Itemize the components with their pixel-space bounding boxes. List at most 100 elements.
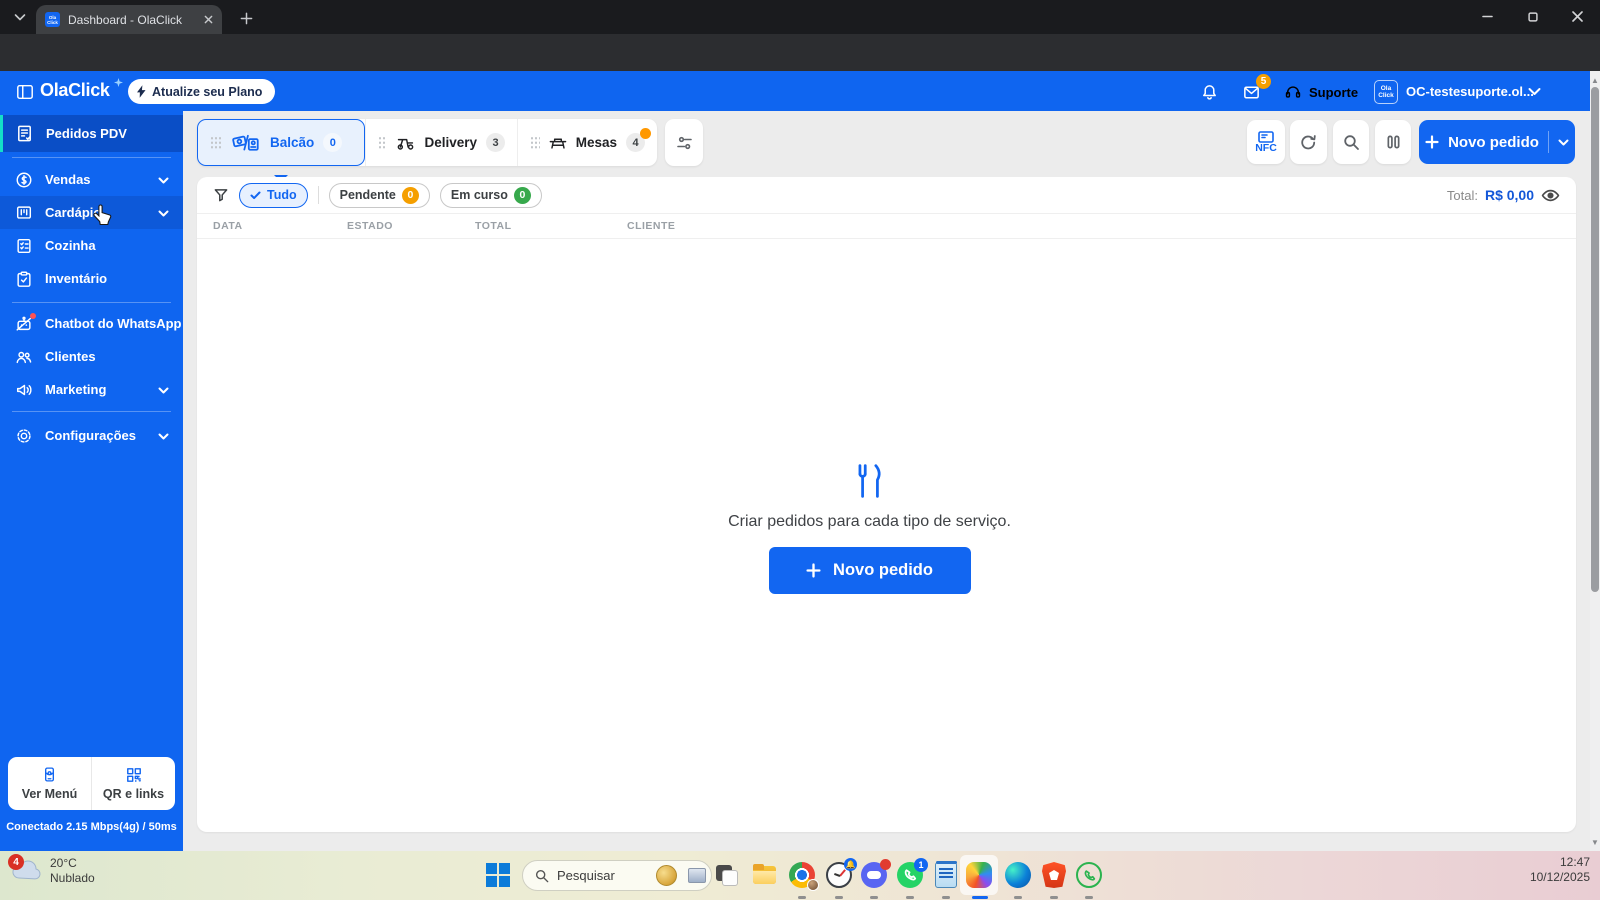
refresh-icon	[1301, 134, 1316, 149]
chevron-down-icon	[158, 171, 169, 189]
sidebar-item-cardapio[interactable]: Cardápio	[0, 196, 183, 229]
scrollbar-thumb[interactable]	[1591, 87, 1599, 592]
search-highlight-card-image[interactable]	[688, 868, 706, 883]
sidebar-item-cozinha[interactable]: Cozinha	[0, 229, 183, 262]
service-tab-bar: Balcão 0 Delivery 3 Mesas 4	[197, 119, 657, 182]
tab-search-button[interactable]	[8, 7, 32, 27]
main-content: Balcão 0 Delivery 3 Mesas 4 NFC Novo ped…	[183, 111, 1590, 851]
filter-chip-pendente[interactable]: Pendente 0	[328, 182, 430, 208]
start-button[interactable]	[486, 863, 510, 887]
running-indicator	[1085, 896, 1093, 899]
sidebar-toggle-icon[interactable]	[12, 79, 38, 105]
ver-menu-button[interactable]: Ver Menú	[8, 757, 91, 810]
megaphone-icon	[16, 384, 32, 395]
drag-handle-icon[interactable]	[530, 135, 540, 150]
scroll-up-arrow[interactable]: ▲	[1590, 73, 1600, 87]
sidebar-item-marketing[interactable]: Marketing	[0, 373, 183, 406]
edge-icon[interactable]	[1005, 862, 1032, 889]
qr-code-icon	[126, 767, 141, 782]
search-highlight-coin-image[interactable]	[656, 865, 677, 886]
search-button[interactable]	[1333, 120, 1369, 164]
browser-tab[interactable]: Ola Click Dashboard - OlaClick	[36, 5, 222, 34]
browser-toolbar: panel.olaclick.app/orders Anônima	[0, 34, 1600, 101]
copilot-icon[interactable]	[966, 862, 993, 889]
filter-chip-em-curso[interactable]: Em curso 0	[439, 182, 542, 208]
clock-app-icon[interactable]: 🔔	[826, 858, 857, 889]
task-view-button[interactable]	[713, 862, 740, 889]
chrome-icon[interactable]	[789, 862, 819, 891]
drag-handle-icon[interactable]	[210, 135, 222, 150]
filter-row: Tudo Pendente 0 Em curso 0 Total: R$ 0,0…	[197, 177, 1576, 214]
qr-links-button[interactable]: QR e links	[91, 757, 175, 810]
tab-options-button[interactable]	[665, 119, 703, 166]
chevron-down-icon	[158, 204, 169, 222]
browser-tab-title: Dashboard - OlaClick	[68, 12, 183, 27]
clock-badge: 🔔	[844, 858, 857, 871]
maximize-button[interactable]	[1510, 0, 1555, 33]
notepad-icon[interactable]	[933, 861, 960, 889]
drag-handle-icon[interactable]	[378, 135, 388, 150]
page-scrollbar[interactable]: ▲ ▼	[1590, 71, 1600, 851]
sidebar-item-configuracoes[interactable]: Configurações	[0, 419, 183, 452]
app-logo: OlaClick	[40, 80, 110, 100]
sidebar-item-chatbot-whatsapp[interactable]: Chatbot do WhatsApp	[0, 307, 183, 340]
tab-count-badge: 3	[486, 133, 505, 152]
new-order-button[interactable]: Novo pedido	[1419, 120, 1575, 164]
orders-receipt-icon	[18, 125, 31, 142]
filter-funnel-icon[interactable]	[213, 188, 229, 203]
discord-icon[interactable]	[861, 859, 891, 889]
running-indicator	[835, 896, 843, 899]
phone-menu-icon	[44, 767, 55, 782]
file-explorer-icon[interactable]	[751, 862, 778, 889]
nfc-card-icon	[1258, 130, 1274, 143]
tab-delivery[interactable]: Delivery 3	[365, 119, 517, 166]
new-tab-button[interactable]	[234, 8, 258, 28]
tab-count-badge: 0	[323, 133, 343, 152]
taskbar-time: 12:47	[1559, 855, 1590, 869]
taskbar-weather-widget[interactable]: 4 20°C Nublado	[8, 854, 95, 886]
column-header-total: TOTAL	[475, 220, 512, 232]
sidebar-nav: Pedidos PDV Vendas Cardápio Cozinha Inve…	[0, 111, 183, 851]
pause-button[interactable]	[1375, 120, 1411, 164]
column-header-estado: ESTADO	[347, 220, 393, 232]
empty-new-order-button[interactable]: Novo pedido	[768, 547, 971, 594]
taskbar-clock[interactable]: 12:47 10/12/2025	[1530, 855, 1590, 885]
tab-mesas[interactable]: Mesas 4	[517, 119, 657, 166]
divider	[1547, 131, 1549, 153]
sidebar-item-clientes[interactable]: Clientes	[0, 340, 183, 373]
account-name[interactable]: OC-testesuporte.ol...	[1406, 84, 1534, 99]
mouse-cursor	[93, 203, 112, 232]
nfc-button[interactable]: NFC	[1247, 120, 1285, 164]
cloud-weather-icon: 4	[8, 854, 42, 884]
taskbar-search[interactable]: Pesquisar	[522, 860, 712, 891]
chevron-down-icon[interactable]	[1558, 139, 1569, 146]
scroll-down-arrow[interactable]: ▼	[1590, 835, 1600, 849]
plus-icon	[806, 563, 821, 578]
tab-close-icon[interactable]	[200, 12, 216, 28]
refresh-button[interactable]	[1290, 120, 1327, 164]
whatsapp-icon[interactable]: 1	[897, 858, 928, 889]
running-indicator	[798, 896, 806, 899]
empty-state-message: Criar pedidos para cada tipo de serviço.	[728, 513, 1011, 530]
sidebar-item-pedidos-pdv[interactable]: Pedidos PDV	[0, 115, 183, 152]
toggle-visibility-eye-icon[interactable]	[1541, 188, 1560, 203]
sidebar-item-inventario[interactable]: Inventário	[0, 262, 183, 295]
running-indicator	[870, 896, 878, 899]
sidebar-item-vendas[interactable]: Vendas	[0, 163, 183, 196]
weather-alert-badge: 4	[8, 854, 24, 870]
tab-balcao[interactable]: Balcão 0	[197, 119, 365, 182]
messages-icon[interactable]: 5	[1238, 74, 1271, 105]
upgrade-plan-button[interactable]: Atualize seu Plano	[128, 79, 276, 104]
notifications-bell-icon[interactable]	[1196, 79, 1222, 105]
brave-icon[interactable]	[1041, 862, 1068, 889]
gear-icon	[17, 428, 31, 443]
chrome-profile-badge	[807, 879, 819, 891]
filter-chip-tudo[interactable]: Tudo	[239, 182, 308, 208]
close-button[interactable]	[1555, 0, 1600, 33]
minimize-button[interactable]	[1465, 0, 1510, 33]
account-chevron-icon[interactable]	[1528, 83, 1541, 101]
delivery-scooter-icon	[398, 138, 414, 150]
whatsapp-secondary-icon[interactable]	[1076, 862, 1103, 889]
tab-count-badge: 4	[626, 128, 651, 152]
support-button[interactable]: Suporte	[1284, 79, 1358, 105]
